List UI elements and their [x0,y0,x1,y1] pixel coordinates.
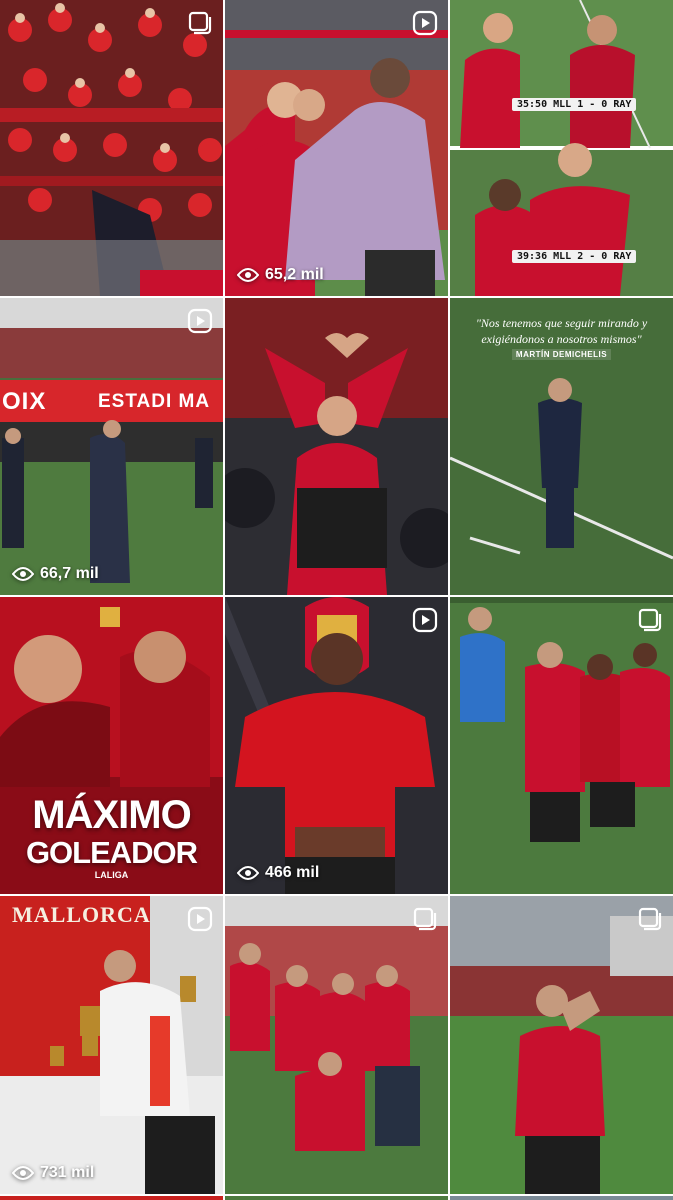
post-tile-top-scorer[interactable]: MÁXIMO GOLEADOR LALIGA [0,597,223,894]
reel-icon [412,607,438,633]
coach-entrance-image [0,298,223,595]
fans-stand-image [0,0,223,296]
post-tile-partial-2[interactable] [225,1196,448,1200]
team-celebration-image [450,597,673,894]
banner-left-text: OIX [2,388,47,415]
quote-author: MARTÍN DEMICHELIS [450,349,673,360]
reel-icon [187,308,213,334]
trophy-room-image [0,896,223,1194]
carousel-icon [638,907,662,931]
post-tile-coach-entrance[interactable]: OIX ESTADI MA 66,7 mil [0,298,223,595]
wall-sign: MALLORCA [12,902,151,927]
heart-gesture-image [225,298,448,595]
reel-icon [187,906,213,932]
view-count-label: 65,2 mil [265,266,324,283]
player-stadium-image [450,896,673,1194]
scoreboard-2: 39:36 MLL 2 - 0 RAY [512,250,637,263]
carousel-icon [188,11,212,35]
jersey-celebration-image [225,597,448,894]
post-tile-fans[interactable] [0,0,223,296]
banner-right-text: ESTADI MA [98,391,211,412]
view-count: 466 mil [237,864,319,882]
view-count-label: 731 mil [40,1164,95,1181]
view-count: 731 mil [12,1164,94,1182]
league-label: LALIGA [94,870,129,880]
eye-icon [12,567,34,581]
post-tile-heart-gesture[interactable] [225,298,448,595]
team-huddle-image [225,896,448,1194]
eye-icon [12,1166,34,1180]
carousel-icon [413,907,437,931]
quote-author-label: MARTÍN DEMICHELIS [511,349,612,360]
eye-icon [237,866,259,880]
profile-post-grid: 65,2 mil 35:50 MLL 1 - 0 RAY 39:36 MLL 2… [0,0,673,1200]
post-tile-jersey-celebration[interactable]: 466 mil [225,597,448,894]
scoreboard-1: 35:50 MLL 1 - 0 RAY [512,98,637,111]
view-count: 65,2 mil [237,266,324,284]
post-tile-partial-3[interactable] [450,1196,673,1200]
carousel-icon [638,608,662,632]
eye-icon [237,268,259,282]
post-tile-players-greeting[interactable]: 65,2 mil [225,0,448,296]
view-count: 66,7 mil [12,565,99,583]
quote-text: "Nos tenemos que seguir mirando y exigié… [475,316,648,346]
players-greeting-image [225,0,448,296]
headline-scorer: GOLEADOR [25,835,198,870]
post-tile-partial-1[interactable] [0,1196,223,1200]
post-tile-coach-quote[interactable]: "Nos tenemos que seguir mirando y exigié… [450,298,673,595]
headline-max: MÁXIMO [32,793,191,837]
reel-icon [412,10,438,36]
post-tile-player-stadium[interactable] [450,896,673,1194]
post-tile-goal-celebrations[interactable]: 35:50 MLL 1 - 0 RAY 39:36 MLL 2 - 0 RAY [450,0,673,296]
view-count-label: 66,7 mil [40,565,99,582]
post-tile-team-huddle[interactable] [225,896,448,1194]
post-tile-team-celebration[interactable] [450,597,673,894]
view-count-label: 466 mil [265,864,320,881]
post-tile-trophy-room[interactable]: MALLORCA 731 mil [0,896,223,1194]
